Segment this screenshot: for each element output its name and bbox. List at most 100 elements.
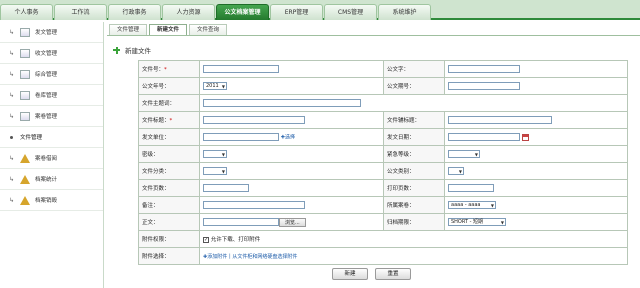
nav-tab[interactable]: 系统维护 [378, 4, 431, 20]
subject-input[interactable] [203, 99, 361, 107]
form-actions: 新建 重置 [332, 268, 418, 280]
form-row: 文件主题词： [138, 94, 628, 112]
sidebar-item[interactable]: ↳ 收文管理 [0, 43, 103, 64]
expand-arrow-icon[interactable]: ↳ [8, 50, 15, 57]
browse-button[interactable]: 浏览... [279, 217, 306, 227]
subtab[interactable]: 新建文件 [149, 24, 188, 35]
retention-select[interactable]: SHORT - 短期 [448, 218, 506, 226]
select-link-text: 选择 [284, 134, 295, 141]
sidebar-item[interactable]: ↳ 案卷管理 [0, 106, 103, 127]
plus-icon [113, 46, 120, 54]
sidebar-item-label: 案卷管理 [35, 114, 58, 120]
category-cell [199, 162, 384, 180]
issuer-input[interactable] [203, 133, 279, 141]
issue-no-label: 公文期号： [383, 77, 445, 95]
sidebar-item-label: 档案销毁 [35, 198, 58, 204]
sidebar-item[interactable]: ↳ 档案统计 [0, 169, 103, 190]
aux-title-input[interactable] [448, 116, 552, 124]
create-button[interactable]: 新建 [332, 268, 368, 280]
sidebar-item[interactable]: 文件管理 [0, 127, 103, 148]
doc-category-select[interactable] [448, 167, 464, 175]
from-disk-link[interactable]: 从文件柜和网络硬盘选择附件 [232, 254, 297, 260]
nav-tab[interactable]: 工作流 [54, 4, 107, 20]
expand-arrow-icon[interactable]: ↳ [8, 113, 15, 120]
category-label: 文件分类： [138, 162, 200, 180]
doc-category-cell [444, 162, 628, 180]
document-icon [20, 69, 30, 79]
issue-date-input[interactable] [448, 133, 520, 141]
doc-char-label: 公文字： [383, 60, 445, 78]
doc-char-cell [444, 60, 628, 78]
title-input[interactable] [203, 116, 305, 124]
doc-char-input[interactable] [448, 65, 520, 73]
sidebar-item[interactable]: ↳ 发文管理 [0, 22, 103, 43]
add-attach-text: 添加附件 [207, 253, 228, 260]
expand-arrow-icon[interactable]: ↳ [8, 197, 15, 204]
required-mark: * [164, 67, 167, 73]
add-attachment-link[interactable]: ✚添加附件 [203, 254, 227, 260]
attach-label: 附件选择： [138, 247, 200, 265]
pages-input[interactable] [203, 184, 249, 192]
remark-cell [199, 196, 384, 214]
document-icon [20, 111, 30, 121]
chart-icon [20, 174, 30, 184]
allow-download-checkbox[interactable]: ✓ [203, 236, 209, 243]
body-file-input[interactable] [203, 218, 279, 226]
nav-tab[interactable]: 个人事务 [0, 4, 53, 20]
archive-select[interactable]: aaaa - aaaa [448, 201, 496, 209]
main-content: 文件管理 新建文件 文件查询 新建文件 文件号：* 公文字： 公文年号： 2011 … [107, 24, 640, 288]
urgency-select[interactable] [448, 150, 480, 158]
sidebar-item[interactable]: ↳ 档案销毁 [0, 190, 103, 211]
issue-date-label: 发文日期： [383, 128, 445, 146]
sidebar-item[interactable]: ↳ 卷库管理 [0, 85, 103, 106]
sidebar-item-label: 卷库管理 [35, 93, 58, 99]
retention-label: 归档期限： [383, 213, 445, 231]
chart-icon [20, 195, 30, 205]
nav-tab[interactable]: 公文档案管理 [216, 4, 269, 20]
nav-tab[interactable]: ERP管理 [270, 4, 323, 20]
body-label: 正文： [138, 213, 200, 231]
file-no-label-text: 文件号： [142, 67, 165, 73]
calendar-icon[interactable] [522, 133, 529, 141]
nav-tab[interactable]: 行政事务 [108, 4, 161, 20]
category-select[interactable] [203, 167, 227, 175]
expand-arrow-icon[interactable]: ↳ [8, 92, 15, 99]
expand-arrow-icon[interactable]: ↳ [8, 176, 15, 183]
perm-label: 附件权限： [138, 230, 200, 248]
form-row: 附件权限： ✓ 允许下载、打印附件 [138, 230, 628, 248]
sidebar-item-label: 收文管理 [35, 51, 58, 57]
file-no-label: 文件号：* [138, 60, 200, 78]
sidebar-item-label: 文件管理 [20, 135, 43, 141]
year-select[interactable]: 2011 [203, 82, 227, 90]
subtab[interactable]: 文件查询 [189, 24, 228, 35]
title-cell [199, 111, 384, 129]
remark-input[interactable] [203, 201, 305, 209]
expand-arrow-icon[interactable]: ↳ [8, 29, 15, 36]
issuer-cell: ✚选择 [199, 128, 384, 146]
form-row: 密级： 紧急等级： [138, 145, 628, 163]
new-file-form: 文件号：* 公文字： 公文年号： 2011 公文期号： 文件主题词： 文件标题：… [138, 60, 628, 265]
attach-cell: ✚添加附件 | 从文件柜和网络硬盘选择附件 [199, 247, 628, 265]
nav-tab[interactable]: CMS管理 [324, 4, 377, 20]
subject-label: 文件主题词： [138, 94, 200, 112]
form-row: 附件选择： ✚添加附件 | 从文件柜和网络硬盘选择附件 [138, 247, 628, 265]
select-issuer-link[interactable]: ✚选择 [281, 135, 295, 141]
retention-cell: SHORT - 短期 [444, 213, 628, 231]
sidebar-item[interactable]: ↳ 案卷借阅 [0, 148, 103, 169]
pages-label: 文件页数： [138, 179, 200, 197]
file-no-input[interactable] [203, 65, 279, 73]
reset-button[interactable]: 重置 [375, 268, 411, 280]
subtab[interactable]: 文件管理 [109, 24, 148, 35]
print-pages-input[interactable] [448, 184, 494, 192]
expand-arrow-icon[interactable]: ↳ [8, 71, 15, 78]
form-row: 正文： 浏览... 归档期限： SHORT - 短期 [138, 213, 628, 231]
sub-tabs: 文件管理 新建文件 文件查询 [109, 24, 229, 35]
sidebar-item[interactable]: ↳ 综合管理 [0, 64, 103, 85]
expand-arrow-icon[interactable]: ↳ [8, 155, 15, 162]
urgency-cell [444, 145, 628, 163]
body-cell: 浏览... [199, 213, 384, 231]
app-window: 个人事务 工作流 行政事务 人力资源 公文档案管理 ERP管理 CMS管理 系统维护 ↳ 发文管… [0, 0, 640, 288]
issue-no-input[interactable] [448, 82, 520, 90]
secret-select[interactable] [203, 150, 227, 158]
nav-tab[interactable]: 人力资源 [162, 4, 215, 20]
